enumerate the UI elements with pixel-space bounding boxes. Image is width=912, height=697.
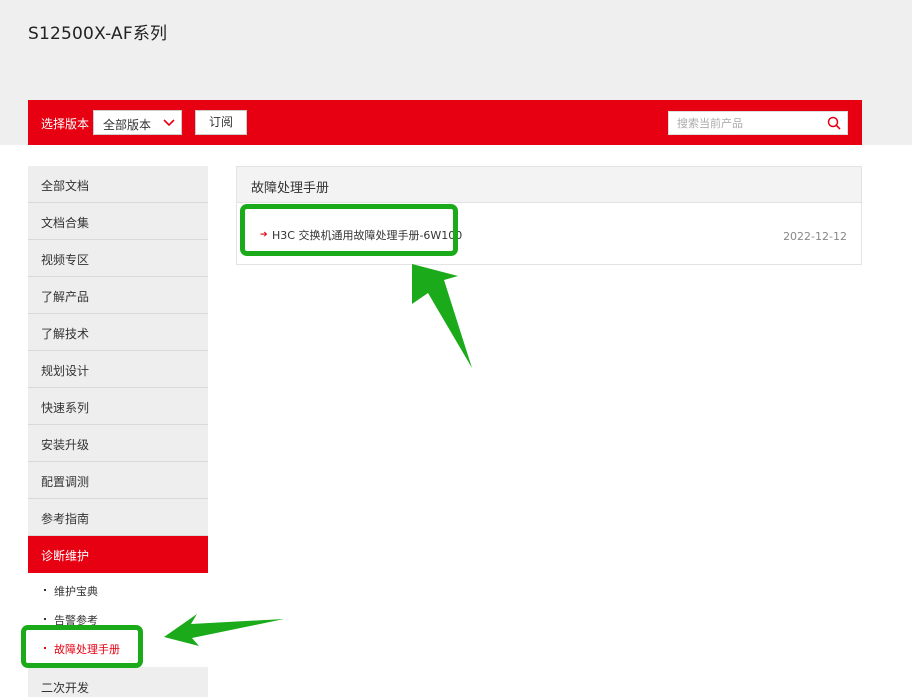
version-label: 选择版本 bbox=[41, 117, 90, 131]
version-select[interactable]: 全部版本 bbox=[93, 110, 182, 135]
sidebar-item-products[interactable]: 了解产品 bbox=[28, 277, 208, 314]
search-box bbox=[668, 111, 848, 135]
sidebar-item-videos[interactable]: 视频专区 bbox=[28, 240, 208, 277]
search-input[interactable] bbox=[669, 112, 819, 135]
highlight-box-sidebar bbox=[21, 625, 143, 668]
sidebar: 全部文档 文档合集 视频专区 了解产品 了解技术 规划设计 快速系列 安装升级 … bbox=[28, 166, 208, 697]
sidebar-item-install-upgrade[interactable]: 安装升级 bbox=[28, 425, 208, 462]
highlight-box-doc bbox=[240, 204, 458, 256]
sidebar-item-reference[interactable]: 参考指南 bbox=[28, 499, 208, 536]
sidebar-subitem-maintenance[interactable]: 维护宝典 bbox=[28, 576, 208, 605]
sidebar-item-quick-start[interactable]: 快速系列 bbox=[28, 388, 208, 425]
page-title: S12500X-AF系列 bbox=[28, 24, 168, 44]
version-selected-value: 全部版本 bbox=[103, 118, 152, 132]
sidebar-item-config[interactable]: 配置调测 bbox=[28, 462, 208, 499]
bullet-icon bbox=[44, 589, 46, 591]
sidebar-subitem-label: 维护宝典 bbox=[54, 585, 98, 598]
doc-date: 2022-12-12 bbox=[783, 230, 847, 243]
sidebar-item-secondary-dev[interactable]: 二次开发 bbox=[28, 667, 208, 697]
sidebar-item-diagnose-maintain[interactable]: 诊断维护 bbox=[28, 536, 208, 573]
sidebar-item-doc-collection[interactable]: 文档合集 bbox=[28, 203, 208, 240]
section-title: 故障处理手册 bbox=[237, 167, 861, 203]
subscribe-button[interactable]: 订阅 bbox=[195, 110, 247, 135]
sidebar-item-technology[interactable]: 了解技术 bbox=[28, 314, 208, 351]
bullet-icon bbox=[44, 618, 46, 620]
sidebar-item-planning[interactable]: 规划设计 bbox=[28, 351, 208, 388]
sidebar-item-all-docs[interactable]: 全部文档 bbox=[28, 166, 208, 203]
annotation-arrow-up bbox=[412, 264, 472, 368]
chevron-down-icon bbox=[163, 119, 175, 127]
toolbar: 选择版本 全部版本 订阅 bbox=[28, 100, 862, 145]
search-icon[interactable] bbox=[827, 116, 841, 130]
